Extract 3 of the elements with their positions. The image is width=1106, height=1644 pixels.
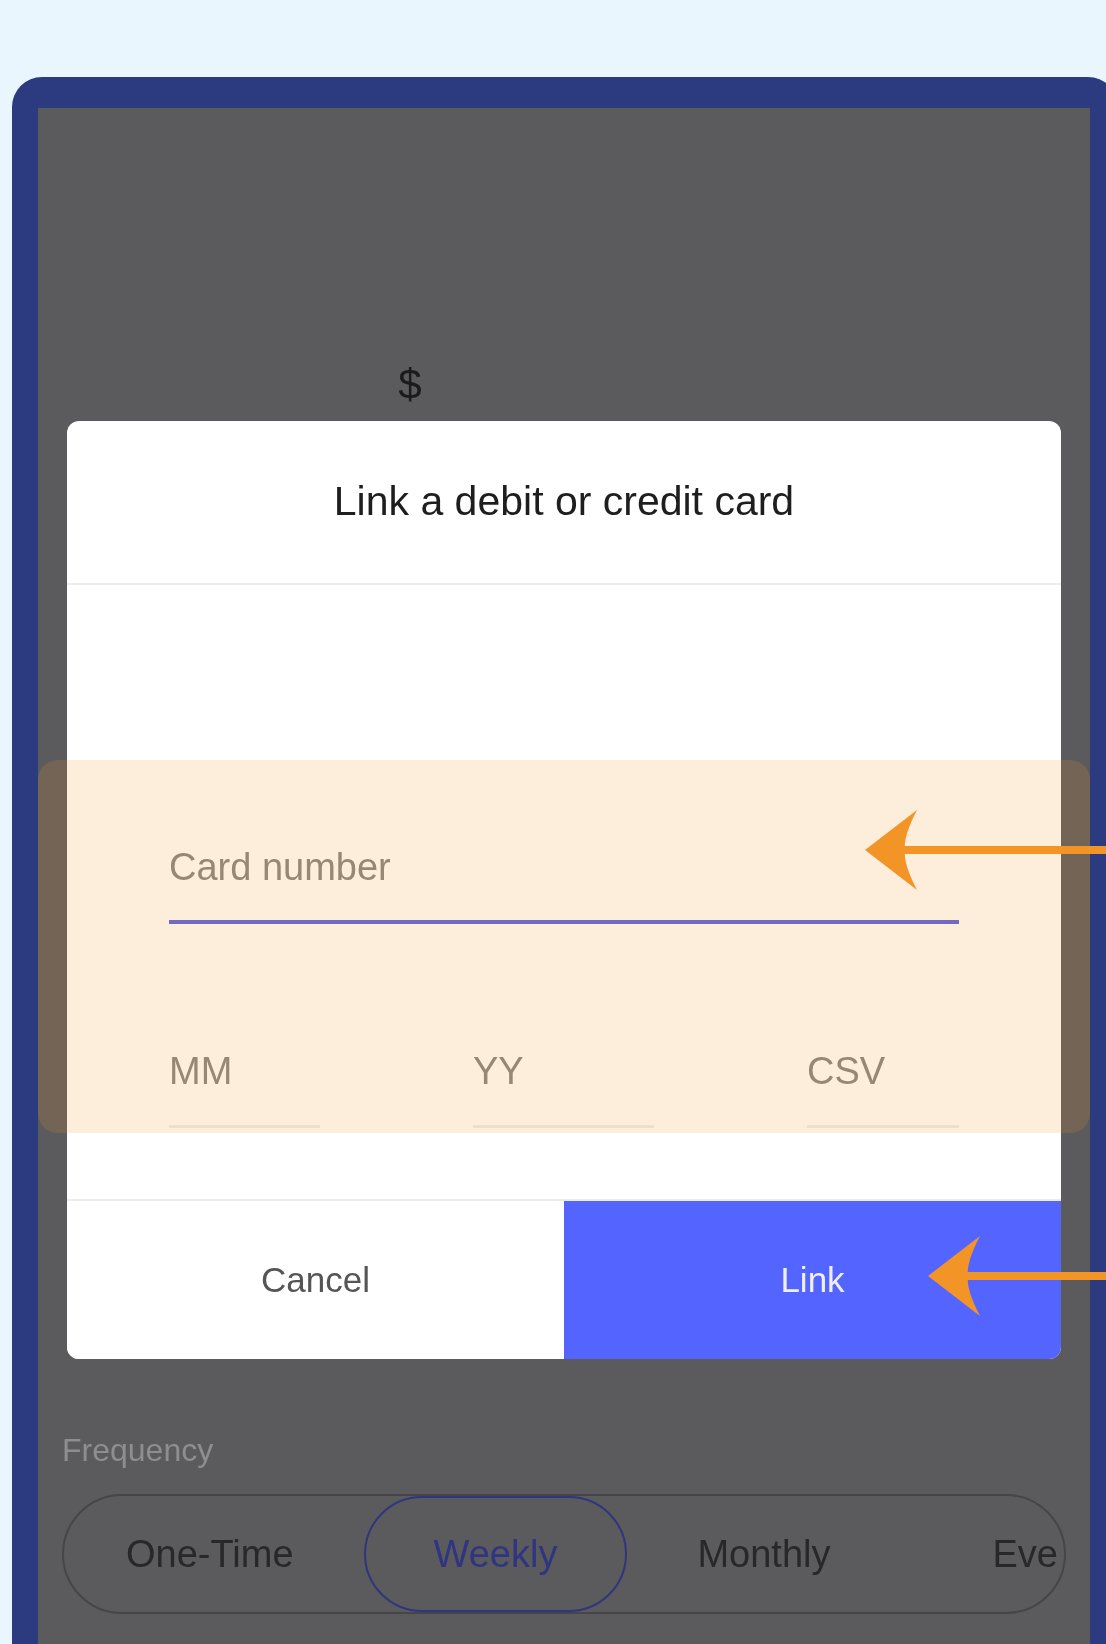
currency-symbol: $ [398,364,422,406]
dialog-title: Link a debit or credit card [333,477,795,527]
link-button[interactable]: Link [564,1201,1061,1359]
